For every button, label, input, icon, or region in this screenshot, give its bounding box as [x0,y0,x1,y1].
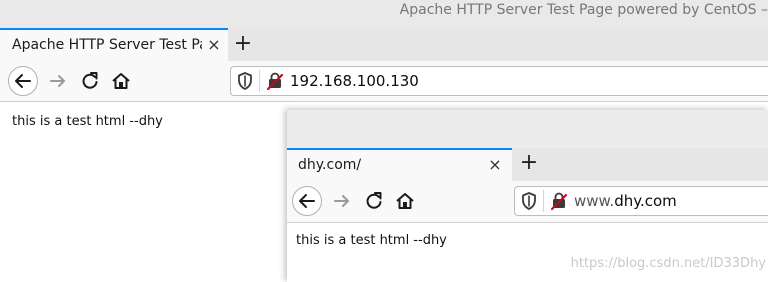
back-forward-button[interactable] [46,69,70,93]
home-icon [396,193,414,209]
front-url-separator [543,190,544,212]
back-tracking-shield-icon[interactable] [233,69,257,93]
back-reload-button[interactable] [78,69,102,93]
front-url-host: dhy.com [614,192,677,210]
front-reload-button[interactable] [362,189,386,213]
back-url-separator [259,70,260,92]
back-page-content: this is a test html --dhy [12,114,163,129]
back-tab-close-icon[interactable]: × [206,35,222,55]
front-tab-close-icon[interactable]: × [487,155,503,175]
front-forward-button[interactable] [330,189,354,213]
front-insecure-lock-icon[interactable] [547,189,571,213]
front-window-titlebar [287,110,768,149]
front-tracking-shield-icon[interactable] [517,189,541,213]
back-url-text[interactable]: 192.168.100.130 [290,70,590,92]
arrow-right-icon [334,195,349,207]
reload-icon [82,72,98,89]
back-home-button[interactable] [109,69,133,93]
front-new-tab-button[interactable]: + [518,152,540,174]
home-icon [112,73,130,89]
back-insecure-lock-icon[interactable] [263,69,287,93]
back-window-title: Apache HTTP Server Test Page powered by … [399,2,768,18]
back-back-button[interactable] [8,66,38,96]
arrow-left-icon [15,74,31,88]
arrow-right-icon [50,75,65,87]
front-url-text[interactable]: www.dhy.com [574,190,764,212]
arrow-left-icon [299,194,315,208]
reload-icon [366,192,382,209]
front-home-button[interactable] [393,189,417,213]
front-page-content: this is a test html --dhy [296,233,447,248]
back-new-tab-button[interactable]: + [232,33,254,55]
front-url-prefix: www. [574,192,615,210]
back-tab-title: Apache HTTP Server Test Pag [12,37,202,53]
front-back-button[interactable] [292,186,322,216]
front-tab-title: dhy.com/ [298,157,362,173]
watermark-text: https://blog.csdn.net/ID33Dhy [570,256,766,271]
